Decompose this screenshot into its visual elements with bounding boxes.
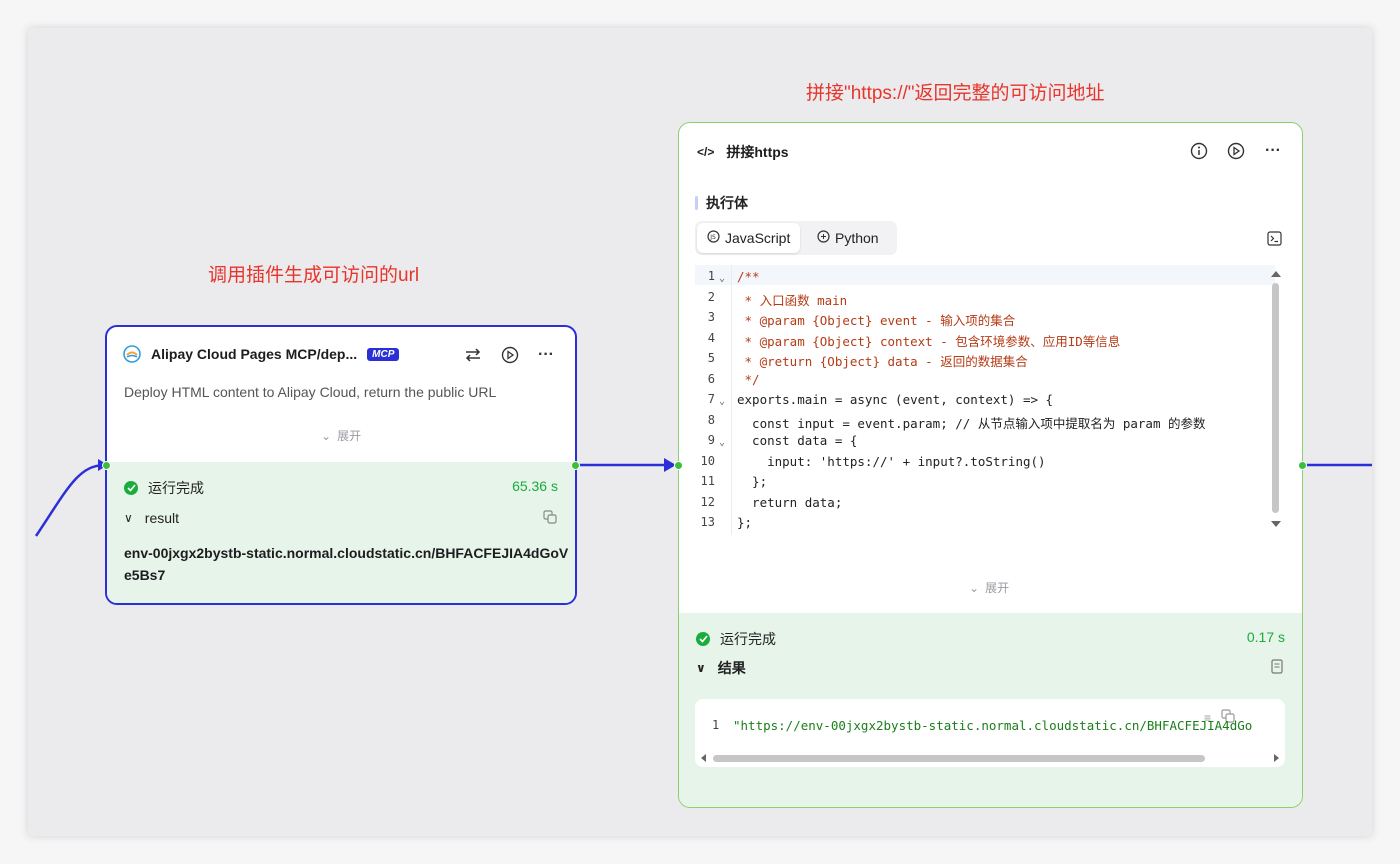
- node1-input-port[interactable]: [102, 461, 111, 470]
- run-icon[interactable]: [499, 344, 521, 366]
- mcp-plugin-node[interactable]: Alipay Cloud Pages MCP/dep... MCP ··· De…: [105, 325, 577, 605]
- chevron-down-icon: ⌄: [321, 428, 332, 443]
- svg-text:JS: JS: [709, 234, 716, 241]
- chevron-down-icon: ∨: [696, 661, 706, 675]
- active-line-highlight: [695, 265, 1275, 285]
- cloud-pages-icon: [123, 345, 141, 363]
- code-line: */: [737, 372, 760, 387]
- chevron-down-icon: ⌄: [969, 580, 980, 595]
- fold-chevron-icon[interactable]: ⌄: [719, 273, 725, 284]
- line-number: 3: [707, 310, 715, 324]
- line-number: 1: [707, 269, 715, 283]
- run-time: 0.17 s: [1246, 629, 1285, 645]
- python-icon: [817, 230, 830, 246]
- node1-output-port[interactable]: [571, 461, 580, 470]
- edge-incoming: [34, 463, 105, 537]
- chevron-down-icon: ∨: [124, 511, 133, 525]
- code-line: exports.main = async (event, context) =>…: [737, 392, 1054, 407]
- run-time: 65.36 s: [512, 478, 558, 494]
- line-number: 12: [700, 495, 715, 509]
- line-number: 1: [712, 718, 720, 732]
- line-number: 6: [707, 372, 715, 386]
- code-line: * @param {Object} context - 包含环境参数、应用ID等…: [737, 334, 1121, 349]
- run-icon[interactable]: [1225, 140, 1247, 162]
- line-number: 2: [707, 290, 715, 304]
- javascript-icon: JS: [707, 230, 720, 246]
- line-number: 13: [700, 515, 715, 529]
- scroll-right-icon[interactable]: [1274, 754, 1279, 762]
- expand-button[interactable]: ⌄ 展开: [969, 579, 1009, 596]
- run-result-panel: 运行完成 0.17 s ∨ 结果 ≡ 1 "https://env-00jxgx…: [679, 613, 1302, 807]
- scroll-left-icon[interactable]: [701, 754, 706, 762]
- swap-icon[interactable]: [462, 344, 484, 366]
- scroll-down-icon[interactable]: [1271, 521, 1281, 527]
- result-toggle[interactable]: ∨ result: [124, 510, 179, 526]
- node2-output-port[interactable]: [1298, 461, 1307, 470]
- gutter-divider: [731, 265, 732, 535]
- code-line: };: [737, 474, 768, 489]
- run-status: 运行完成: [148, 480, 204, 496]
- line-number: 7: [707, 392, 715, 406]
- result-string: "https://env-00jxgx2bystb-static.normal.…: [733, 718, 1253, 733]
- code-node[interactable]: </> 拼接https ··· 执行体 JS JavaScript Python: [678, 122, 1303, 808]
- workflow-canvas[interactable]: 调用插件生成可访问的url 拼接"https://"返回完整的可访问地址 Ali…: [28, 28, 1372, 836]
- scroll-up-icon[interactable]: [1271, 271, 1281, 277]
- line-number: 8: [707, 413, 715, 427]
- document-icon[interactable]: [1266, 655, 1288, 677]
- horizontal-scrollbar[interactable]: [701, 753, 1279, 763]
- fold-chevron-icon[interactable]: ⌄: [719, 437, 725, 448]
- mcp-badge: MCP: [367, 347, 400, 361]
- line-number: 10: [700, 454, 715, 468]
- code-line: return data;: [737, 495, 843, 510]
- node-title: 拼接https: [726, 144, 789, 160]
- run-status: 运行完成: [720, 631, 776, 647]
- result-label: 结果: [717, 660, 746, 676]
- node-description: Deploy HTML content to Alipay Cloud, ret…: [124, 384, 497, 400]
- node2-input-port[interactable]: [674, 461, 683, 470]
- more-icon[interactable]: ···: [535, 344, 557, 366]
- info-icon[interactable]: [1188, 140, 1210, 162]
- line-number: 4: [707, 331, 715, 345]
- result-label: result: [144, 510, 180, 526]
- copy-icon[interactable]: [539, 506, 561, 528]
- fold-chevron-icon[interactable]: ⌄: [719, 396, 725, 407]
- section-title: 执行体: [695, 193, 748, 213]
- code-line: * 入口函数 main: [737, 293, 848, 308]
- vertical-scrollbar[interactable]: [1271, 271, 1281, 527]
- code-line: };: [737, 515, 753, 530]
- code-line: const input = event.param; // 从节点输入项中提取名…: [737, 416, 1206, 431]
- tab-python[interactable]: Python: [807, 223, 889, 253]
- code-line: * @return {Object} data - 返回的数据集合: [737, 354, 1028, 369]
- code-icon: </>: [697, 145, 715, 159]
- result-toggle[interactable]: ∨ 结果: [696, 658, 746, 678]
- run-result-panel: 运行完成 65.36 s ∨ result env-00jxgx2bystb-s…: [107, 462, 575, 603]
- success-icon: [696, 632, 710, 646]
- code-line: const data = {: [737, 433, 858, 448]
- scroll-thumb[interactable]: [713, 755, 1205, 762]
- code-line: input: 'https://' + input?.toString(): [737, 454, 1046, 469]
- scroll-thumb[interactable]: [1272, 283, 1279, 513]
- code-line: /**: [737, 269, 760, 284]
- expand-button[interactable]: ⌄ 展开: [321, 427, 361, 444]
- tab-javascript[interactable]: JS JavaScript: [697, 223, 801, 253]
- code-editor[interactable]: 1 2 3 4 5 6 7 8 9 10 11 12 13 ⌄ ⌄ ⌄ /** …: [695, 265, 1285, 535]
- line-number: 5: [707, 351, 715, 365]
- result-value: env-00jxgx2bystb-static.normal.cloudstat…: [124, 545, 569, 583]
- line-number: 9: [707, 433, 715, 447]
- language-tabs: JS JavaScript Python: [695, 221, 897, 255]
- more-icon[interactable]: ···: [1262, 140, 1284, 162]
- success-icon: [124, 481, 138, 495]
- node-title: Alipay Cloud Pages MCP/dep...: [151, 346, 358, 362]
- line-number: 11: [700, 474, 715, 488]
- terminal-icon[interactable]: [1263, 227, 1285, 249]
- result-viewer[interactable]: ≡ 1 "https://env-00jxgx2bystb-static.nor…: [695, 699, 1285, 767]
- code-line: * @param {Object} event - 输入项的集合: [737, 313, 1016, 328]
